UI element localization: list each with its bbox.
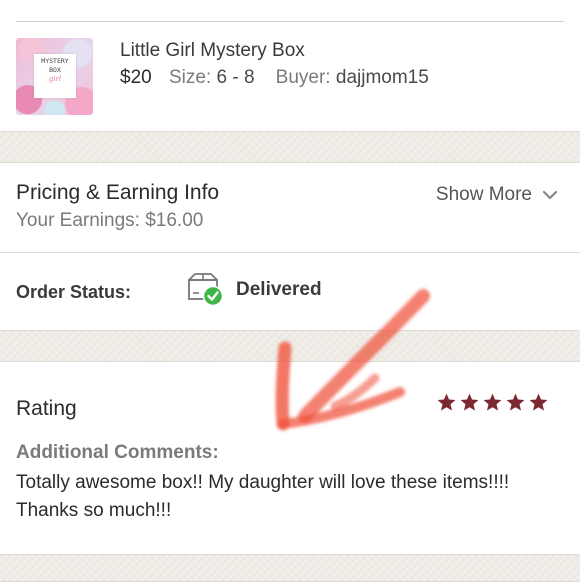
star-icon	[529, 393, 548, 411]
thumbnail-text-3: girl	[48, 75, 62, 83]
thumbnail-text-1: MYSTERY	[41, 57, 69, 65]
buyer-username[interactable]: dajjmom15	[336, 67, 429, 88]
star-icon	[460, 393, 479, 411]
section-separator	[0, 554, 580, 582]
divider	[0, 252, 580, 253]
order-item-section: MYSTERY BOX girl Little Girl Mystery Box…	[0, 0, 580, 131]
additional-comments-text: Totally awesome box!! My daughter will l…	[16, 472, 510, 521]
chevron-down-icon	[542, 190, 558, 200]
rating-title: Rating	[16, 397, 77, 420]
star-rating	[436, 392, 549, 413]
show-more-button[interactable]: Show More	[436, 184, 558, 206]
buyer-label: Buyer:	[275, 67, 331, 88]
show-more-label: Show More	[435, 184, 532, 205]
order-status-value: Delivered	[236, 279, 322, 300]
size-value: 6 - 8	[216, 67, 255, 88]
star-icon	[483, 393, 502, 411]
pricing-section: Pricing & Earning Info Your Earnings: $1…	[0, 163, 580, 329]
item-thumbnail[interactable]: MYSTERY BOX girl	[16, 38, 93, 115]
rating-section: Rating Additional Comments: Totally awes…	[0, 362, 580, 554]
thumbnail-text-2: BOX	[49, 66, 61, 74]
additional-comments-label: Additional Comments:	[16, 442, 219, 463]
your-earnings: Your Earnings: $16.00	[16, 210, 204, 231]
divider	[16, 21, 564, 22]
package-delivered-icon	[188, 273, 224, 307]
star-icon	[506, 393, 525, 411]
section-separator	[0, 131, 580, 163]
thumbnail-label-card: MYSTERY BOX girl	[34, 54, 76, 98]
size-label: Size:	[168, 67, 212, 88]
order-status-label: Order Status:	[16, 282, 132, 302]
item-title[interactable]: Little Girl Mystery Box	[120, 40, 305, 62]
pricing-title: Pricing & Earning Info	[16, 181, 220, 204]
star-icon	[437, 393, 456, 411]
item-price: $20	[120, 67, 152, 88]
item-meta: $20 Size: 6 - 8 Buyer: dajjmom15	[120, 67, 429, 89]
section-separator	[0, 330, 580, 362]
